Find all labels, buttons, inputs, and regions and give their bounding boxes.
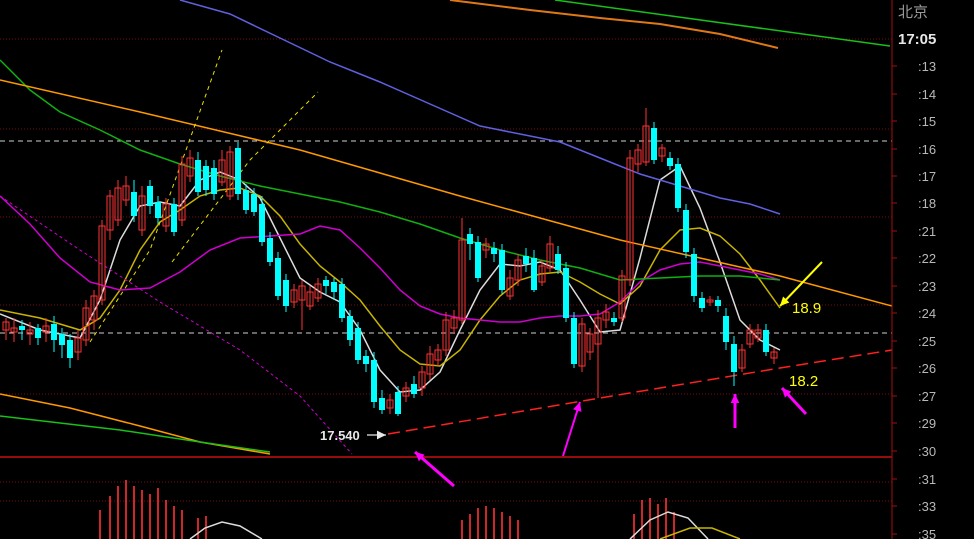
candle-body-down xyxy=(523,256,529,264)
candle-body-down xyxy=(563,268,569,318)
candle-body-down xyxy=(51,324,57,340)
candle-body-down xyxy=(555,254,561,270)
candle-body-down xyxy=(379,398,385,410)
axis-tick-label: :18 xyxy=(918,196,936,211)
arrow-magenta-mid-head xyxy=(730,394,740,404)
annotation-arrows xyxy=(367,261,823,488)
candle-body-down xyxy=(251,194,257,212)
candle-body-down xyxy=(411,384,417,394)
axis-tick-label: :14 xyxy=(918,87,936,102)
trend-line-lower xyxy=(0,393,271,455)
ma-blue xyxy=(179,0,781,215)
candle-body-down xyxy=(259,204,265,242)
candle-body-down xyxy=(763,330,769,352)
candle-body-down xyxy=(651,128,657,160)
volume-ma-white xyxy=(189,521,263,539)
candle-body-down xyxy=(683,210,689,252)
candle-body-down xyxy=(67,340,73,358)
candle-body-down xyxy=(267,238,273,262)
candle-body-down xyxy=(131,192,137,216)
axis-tick-label: :23 xyxy=(918,279,936,294)
support-line xyxy=(387,349,893,435)
arrow-magenta-left-head xyxy=(573,402,582,412)
candle-body-down xyxy=(339,284,345,318)
candle-body-down xyxy=(395,392,401,414)
candle-body-down xyxy=(715,300,721,306)
candle-body-down xyxy=(243,190,249,210)
axis-tick-label: :22 xyxy=(918,251,936,266)
candle-body-down xyxy=(203,166,209,190)
candle-body-down xyxy=(331,282,337,292)
candle-body-down xyxy=(691,254,697,296)
ma-lime xyxy=(554,0,891,47)
candle-body-down xyxy=(699,298,705,308)
candle-body-down xyxy=(171,204,177,232)
axis-time: 17:05 xyxy=(898,31,936,48)
kline-chart[interactable]: :13 :14 :15 :16 :17 :18 :21 :22 :23 :24 :25 :26 :27:… xyxy=(0,0,974,539)
candle-body-down xyxy=(283,280,289,306)
candle-body-down xyxy=(235,148,241,194)
arrow-low-price-head xyxy=(376,430,386,440)
label-18-2: 18.2 xyxy=(789,373,818,390)
candle-body-down xyxy=(731,344,737,372)
axis-tick-label: :29 xyxy=(918,416,936,431)
candle-body-down xyxy=(491,248,497,254)
candle-body-down xyxy=(19,326,25,330)
axis-tick-label: :26 xyxy=(918,361,936,376)
volume-bars xyxy=(99,480,741,539)
trend-line-lower-green xyxy=(0,415,271,453)
candle-body-down xyxy=(611,318,617,322)
candle-body-down xyxy=(323,280,329,286)
candle-body-down xyxy=(675,164,681,208)
candlesticks xyxy=(2,108,778,416)
axis-tick-label: :15 xyxy=(918,114,936,129)
candle-body-down xyxy=(35,328,41,338)
axis-tick-label: :35 xyxy=(918,527,936,539)
candle-body-down xyxy=(355,328,361,360)
axis-tick-label: :30 xyxy=(918,444,936,459)
candle-body-down xyxy=(531,258,537,290)
candle-body-down xyxy=(467,234,473,244)
axis-region: 北京 xyxy=(898,4,928,21)
label-17-540: 17.540 xyxy=(320,428,360,443)
candle-body-down xyxy=(195,160,201,192)
axis-tick-label: :24 xyxy=(918,306,936,321)
candle-body-down xyxy=(723,316,729,342)
candle-body-down xyxy=(371,360,377,402)
candle-body-down xyxy=(475,242,481,278)
axis-tick-label: :25 xyxy=(918,334,936,349)
chart-canvas[interactable]: :13 :14 :15 :16 :17 :18 :21 :22 :23 :24 :25 :26 :27:… xyxy=(0,0,974,539)
channel-line-yellow-2 xyxy=(171,91,319,263)
axis-tick-label: :21 xyxy=(918,224,936,239)
candle-body-down xyxy=(347,316,353,340)
price-axis: :13 :14 :15 :16 :17 :18 :21 :22 :23 :24 :25 :26 :27:… xyxy=(891,0,936,539)
candle-body-down xyxy=(275,258,281,296)
axis-tick-label: :31 xyxy=(918,472,936,487)
candle-body-down xyxy=(571,318,577,364)
label-18-9: 18.9 xyxy=(792,300,821,317)
axis-tick-label: :16 xyxy=(918,142,936,157)
axis-tick-label: :33 xyxy=(918,499,936,514)
candle-body-down xyxy=(499,250,505,290)
axis-tick-label: :13 xyxy=(918,59,936,74)
candle-body-down xyxy=(363,356,369,364)
axis-tick-label: :17 xyxy=(918,169,936,184)
candle-body-down xyxy=(667,158,673,166)
candle-body-down xyxy=(147,186,153,206)
candle-body-down xyxy=(155,202,161,218)
axis-tick-label: :27 xyxy=(918,389,936,404)
candle-body-down xyxy=(211,168,217,194)
moving-averages xyxy=(0,0,893,455)
candle-body-down xyxy=(59,334,65,345)
